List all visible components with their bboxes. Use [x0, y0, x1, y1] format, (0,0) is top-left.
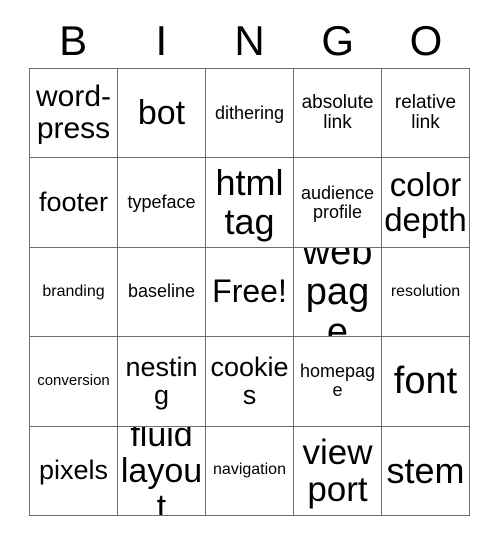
- bingo-header-letter-g: G: [294, 14, 382, 68]
- bingo-cell-r3c2[interactable]: baseline: [118, 247, 206, 338]
- bingo-cell-label: conversion: [37, 372, 110, 390]
- bingo-grid: word-press bot dithering absolute link r…: [29, 68, 470, 516]
- bingo-cell-label: view port: [302, 432, 373, 509]
- bingo-cell-r2c2[interactable]: typeface: [118, 158, 206, 248]
- bingo-cell-label: resolution: [390, 282, 461, 300]
- bingo-cell-free-space[interactable]: Free!: [206, 247, 294, 338]
- bingo-cell-label: relative link: [394, 92, 457, 134]
- bingo-cell-r5c5[interactable]: stem: [382, 426, 470, 516]
- bingo-cell-r1c5[interactable]: relative link: [382, 69, 470, 159]
- bingo-cell-label: font: [393, 360, 458, 403]
- header-letter-text: I: [155, 17, 168, 64]
- bingo-cell-r2c3[interactable]: html tag: [206, 158, 294, 248]
- bingo-cell-r4c1[interactable]: conversion: [30, 337, 118, 427]
- bingo-cell-r2c4[interactable]: audience profile: [294, 158, 382, 248]
- bingo-cell-label: dithering: [214, 102, 285, 123]
- bingo-cell-label: typeface: [127, 192, 196, 213]
- bingo-cell-label: nesting: [125, 351, 198, 411]
- bingo-cell-label: audience profile: [300, 182, 375, 222]
- bingo-cell-r4c5[interactable]: font: [382, 337, 470, 427]
- bingo-card: B I N G O word-press bot dithering absol…: [0, 0, 500, 544]
- bingo-cell-label: pixels: [38, 455, 109, 486]
- bingo-header-row: B I N G O: [29, 14, 470, 68]
- bingo-header-letter-i: I: [117, 14, 205, 68]
- bingo-free-space-label: Free!: [212, 273, 287, 310]
- bingo-cell-label: fluid layout: [120, 426, 203, 516]
- bingo-cell-r1c1[interactable]: word-press: [30, 69, 118, 159]
- bingo-cell-r5c4[interactable]: view port: [294, 426, 382, 516]
- bingo-cell-r3c1[interactable]: branding: [30, 247, 118, 338]
- bingo-cell-label: color depth: [384, 165, 467, 238]
- bingo-cell-label: cookies: [210, 351, 289, 411]
- bingo-cell-r2c5[interactable]: color depth: [382, 158, 470, 248]
- bingo-cell-label: homepage: [299, 361, 376, 401]
- bingo-cell-r4c2[interactable]: nesting: [118, 337, 206, 427]
- bingo-cell-label: navigation: [213, 461, 286, 479]
- bingo-cell-label: absolute link: [301, 92, 374, 134]
- bingo-cell-r4c3[interactable]: cookies: [206, 337, 294, 427]
- bingo-cell-r5c3[interactable]: navigation: [206, 426, 294, 516]
- bingo-cell-label: bot: [137, 94, 186, 133]
- bingo-header-letter-n: N: [205, 14, 293, 68]
- header-letter-text: O: [409, 17, 443, 64]
- bingo-cell-r1c4[interactable]: absolute link: [294, 69, 382, 159]
- header-letter-text: B: [59, 17, 88, 64]
- bingo-cell-label: word-press: [35, 80, 111, 146]
- bingo-cell-label: baseline: [127, 281, 196, 302]
- bingo-cell-label: web page: [302, 247, 373, 338]
- bingo-cell-r5c2[interactable]: fluid layout: [118, 426, 206, 516]
- bingo-cell-label: stem: [386, 449, 465, 491]
- bingo-header-letter-o: O: [382, 14, 470, 68]
- bingo-cell-r1c3[interactable]: dithering: [206, 69, 294, 159]
- bingo-cell-r3c5[interactable]: resolution: [382, 247, 470, 338]
- bingo-cell-r3c4[interactable]: web page: [294, 247, 382, 338]
- bingo-header-letter-b: B: [29, 14, 117, 68]
- bingo-cell-r2c1[interactable]: footer: [30, 158, 118, 248]
- bingo-cell-label: footer: [38, 187, 109, 218]
- header-letter-text: N: [234, 17, 265, 64]
- bingo-cell-r4c4[interactable]: homepage: [294, 337, 382, 427]
- bingo-cell-r1c2[interactable]: bot: [118, 69, 206, 159]
- bingo-cell-label: html tag: [215, 162, 284, 242]
- bingo-cell-label: branding: [42, 282, 105, 300]
- bingo-cell-r5c1[interactable]: pixels: [30, 426, 118, 516]
- header-letter-text: G: [321, 17, 355, 64]
